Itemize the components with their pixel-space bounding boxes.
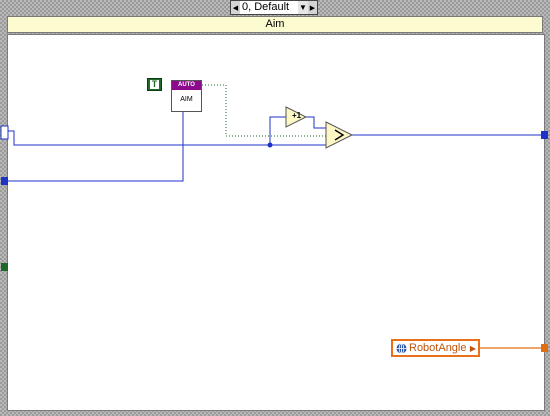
right-cluster-tunnel[interactable] xyxy=(541,344,548,352)
compare-node[interactable] xyxy=(325,121,354,149)
auto-banner: AUTO xyxy=(172,81,201,90)
increment-output-wire[interactable] xyxy=(306,116,326,129)
right-output-tunnel[interactable] xyxy=(541,131,548,139)
globe-icon xyxy=(396,342,407,354)
left-input-tunnel[interactable] xyxy=(0,125,9,140)
left-aim-tunnel[interactable] xyxy=(1,177,8,185)
true-constant[interactable]: T xyxy=(147,78,162,91)
angle-wire[interactable] xyxy=(8,130,326,146)
right-arrow-icon: ▶ xyxy=(469,343,476,353)
boolean-wire[interactable] xyxy=(202,84,326,137)
left-bool-tunnel[interactable] xyxy=(1,263,8,271)
increment-label: +1 xyxy=(292,111,302,120)
true-constant-label: T xyxy=(150,79,159,89)
aim-subvi-label: AIM xyxy=(180,96,193,103)
aim-input-wire[interactable] xyxy=(8,112,184,182)
wire-junction xyxy=(267,142,273,148)
increment-input-wire[interactable] xyxy=(269,116,287,145)
robot-angle-label: RobotAngle xyxy=(409,342,467,354)
robot-angle-local-variable[interactable]: RobotAngle ▶ xyxy=(391,339,480,357)
aim-subvi[interactable]: AUTO AIM xyxy=(171,80,202,112)
